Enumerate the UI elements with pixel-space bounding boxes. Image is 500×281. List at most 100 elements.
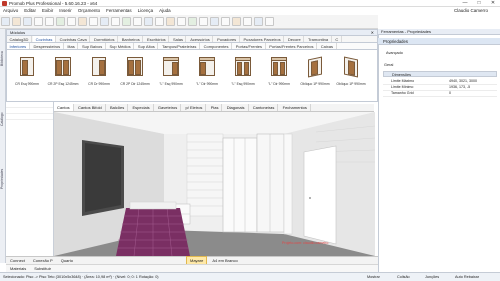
copy-icon[interactable] bbox=[89, 17, 98, 26]
property-row[interactable]: Tamanho Grid 0 bbox=[383, 91, 497, 97]
menu-ajuda[interactable]: Ajuda bbox=[156, 7, 174, 15]
property-value[interactable]: 0 bbox=[449, 91, 451, 97]
subtab-caixas[interactable]: Caixas bbox=[318, 43, 337, 49]
redo-icon[interactable] bbox=[45, 17, 54, 26]
export-icon[interactable] bbox=[254, 17, 263, 26]
texture-icon[interactable] bbox=[221, 17, 230, 26]
subtab-inferiores[interactable]: Inferiores bbox=[7, 43, 30, 49]
view-top-icon[interactable] bbox=[144, 17, 153, 26]
tab-acessorios[interactable]: Acessórios bbox=[188, 36, 214, 42]
module-item[interactable]: "L" Dir 990mm bbox=[190, 51, 224, 93]
property-row[interactable]: Limite Mínimo 1936, 173, -5 bbox=[383, 85, 497, 91]
tab-cantos[interactable]: Cantos bbox=[54, 104, 74, 111]
tab-pias[interactable]: Pias bbox=[208, 104, 223, 111]
close-button[interactable]: ✕ bbox=[486, 0, 500, 7]
select-icon[interactable] bbox=[56, 17, 65, 26]
module-item[interactable]: CR 2P Esq 1245mm bbox=[46, 51, 80, 93]
open-folder-icon[interactable] bbox=[12, 17, 21, 26]
settings-icon[interactable] bbox=[265, 17, 274, 26]
rotate-icon[interactable] bbox=[78, 17, 87, 26]
save-icon[interactable] bbox=[23, 17, 32, 26]
module-item[interactable]: CR Dr 990mm bbox=[82, 51, 116, 93]
module-item[interactable]: Oblíquo 1P 990mm bbox=[334, 51, 368, 93]
menu-licenca[interactable]: Licença bbox=[135, 7, 157, 15]
render-icon[interactable] bbox=[122, 17, 131, 26]
zoom-icon[interactable] bbox=[111, 17, 120, 26]
tab-dormitorios[interactable]: Dormitórios bbox=[92, 36, 118, 42]
tab-cozinhas[interactable]: Cozinhas bbox=[33, 36, 56, 42]
module-item[interactable]: "L" Esq 990mm bbox=[154, 51, 188, 93]
3d-viewport[interactable]: Projeto.com: claudio.cameiro bbox=[54, 112, 375, 256]
property-row[interactable]: Limite Máximo 4940, 3021, 3000 bbox=[383, 79, 497, 85]
user-name[interactable]: Claudio Camerro bbox=[454, 7, 488, 15]
tab-c[interactable]: C bbox=[333, 36, 342, 42]
menu-inserir[interactable]: Inserir bbox=[56, 7, 75, 15]
minimize-button[interactable]: — bbox=[458, 0, 472, 7]
general-group[interactable]: Geral bbox=[384, 63, 393, 67]
tab-puxadores-parceiros[interactable]: Puxadores Parceiros bbox=[241, 36, 285, 42]
menu-arquivo[interactable]: Arquivo bbox=[0, 7, 21, 15]
window-icon[interactable] bbox=[199, 17, 208, 26]
tab-gaveteiros[interactable]: Gaveteiros bbox=[155, 104, 182, 111]
tab-salas[interactable]: Salas bbox=[170, 36, 187, 42]
tab-eletros[interactable]: p/ Eletros bbox=[183, 104, 207, 111]
subtab-desperssteiros[interactable]: Desperssteiros bbox=[31, 43, 64, 49]
auto-lower-button[interactable]: Auto Rebaixar bbox=[452, 274, 482, 281]
tab-diagonais[interactable]: Diagonais bbox=[224, 104, 249, 111]
measure-icon[interactable] bbox=[100, 17, 109, 26]
walls-icon[interactable] bbox=[177, 17, 186, 26]
door-icon[interactable] bbox=[188, 17, 197, 26]
subtab-sup-baixos[interactable]: Sup Baixos bbox=[80, 43, 106, 49]
module-item[interactable]: Oblíquo 1P 990mm bbox=[298, 51, 332, 93]
tab-banheiros[interactable]: Banheiros bbox=[119, 36, 144, 42]
module-item[interactable]: "L" Esq 990mm bbox=[226, 51, 260, 93]
menu-editar[interactable]: Editar bbox=[21, 7, 39, 15]
tab-balcoes[interactable]: Balcões bbox=[107, 104, 129, 111]
maximize-button[interactable]: □ bbox=[472, 0, 486, 7]
tab-catalog3d[interactable]: Catalog3D bbox=[7, 36, 32, 42]
dimensions-section[interactable]: Dimensões bbox=[383, 71, 497, 77]
undo-icon[interactable] bbox=[34, 17, 43, 26]
subtab-componentes[interactable]: Componentes bbox=[201, 43, 232, 49]
advanced-toggle[interactable]: Avançado bbox=[386, 51, 403, 55]
joints-button[interactable]: Junções bbox=[422, 274, 442, 281]
move-icon[interactable] bbox=[67, 17, 76, 26]
subtab-sup-altos[interactable]: Sup Altos bbox=[135, 43, 159, 49]
show-button[interactable]: Mostrar bbox=[364, 274, 383, 281]
menu-orcamento[interactable]: Orçamento bbox=[75, 7, 103, 15]
subtab-tampos[interactable]: Tampos/Prateleiras bbox=[160, 43, 200, 49]
subtab-portas-frentes[interactable]: Portas/Frentes bbox=[233, 43, 266, 49]
view-front-icon[interactable] bbox=[155, 17, 164, 26]
view-a4-button[interactable]: A4 em Branco bbox=[209, 257, 240, 264]
tab-cozinhas-cava[interactable]: Cozinhas Cava bbox=[57, 36, 91, 42]
new-file-icon[interactable] bbox=[1, 17, 10, 26]
tab-escritorios[interactable]: Escritórios bbox=[145, 36, 170, 42]
menu-ferramentas[interactable]: Ferramentas bbox=[103, 7, 135, 15]
view-side-icon[interactable] bbox=[166, 17, 175, 26]
tab-decore[interactable]: Decore bbox=[285, 36, 305, 42]
budget-icon[interactable] bbox=[232, 17, 241, 26]
print-icon[interactable] bbox=[243, 17, 252, 26]
dock-tab-catalogo[interactable]: Catálogo bbox=[0, 89, 4, 149]
camera-icon[interactable] bbox=[133, 17, 142, 26]
collision-button[interactable]: Colisão bbox=[394, 274, 413, 281]
tab-puxadores[interactable]: Puxadores bbox=[215, 36, 240, 42]
dock-tab-propriedades[interactable]: Propriedades bbox=[0, 149, 4, 209]
subtab-portas-frentes-parceiros[interactable]: Portas/Frentes Parceiros bbox=[267, 43, 318, 49]
tree-row[interactable] bbox=[6, 114, 53, 120]
tab-cantoneiras[interactable]: Cantoneiras bbox=[250, 104, 279, 111]
menu-exibir[interactable]: Exibir bbox=[39, 7, 56, 15]
close-icon[interactable]: ✕ bbox=[371, 30, 374, 36]
light-icon[interactable] bbox=[210, 17, 219, 26]
module-item[interactable]: "L" Dir 990mm bbox=[262, 51, 296, 93]
property-value[interactable]: 1936, 173, -5 bbox=[449, 85, 470, 91]
module-item[interactable]: CR Esq 990mm bbox=[10, 51, 44, 93]
subtab-sup-medios[interactable]: Sup Médios bbox=[107, 43, 135, 49]
property-value[interactable]: 4940, 3021, 3000 bbox=[449, 79, 477, 85]
tab-tramontina[interactable]: Tramontina bbox=[306, 36, 332, 42]
module-item[interactable]: CR 2P Dir 1245mm bbox=[118, 51, 152, 93]
tab-cantos-bifold[interactable]: Cantos Bifold bbox=[75, 104, 106, 111]
tab-fechamentos[interactable]: Fechamentos bbox=[280, 104, 311, 111]
subtab-iltas[interactable]: Iltas bbox=[65, 43, 79, 49]
tab-especiais[interactable]: Especiais bbox=[130, 104, 154, 111]
